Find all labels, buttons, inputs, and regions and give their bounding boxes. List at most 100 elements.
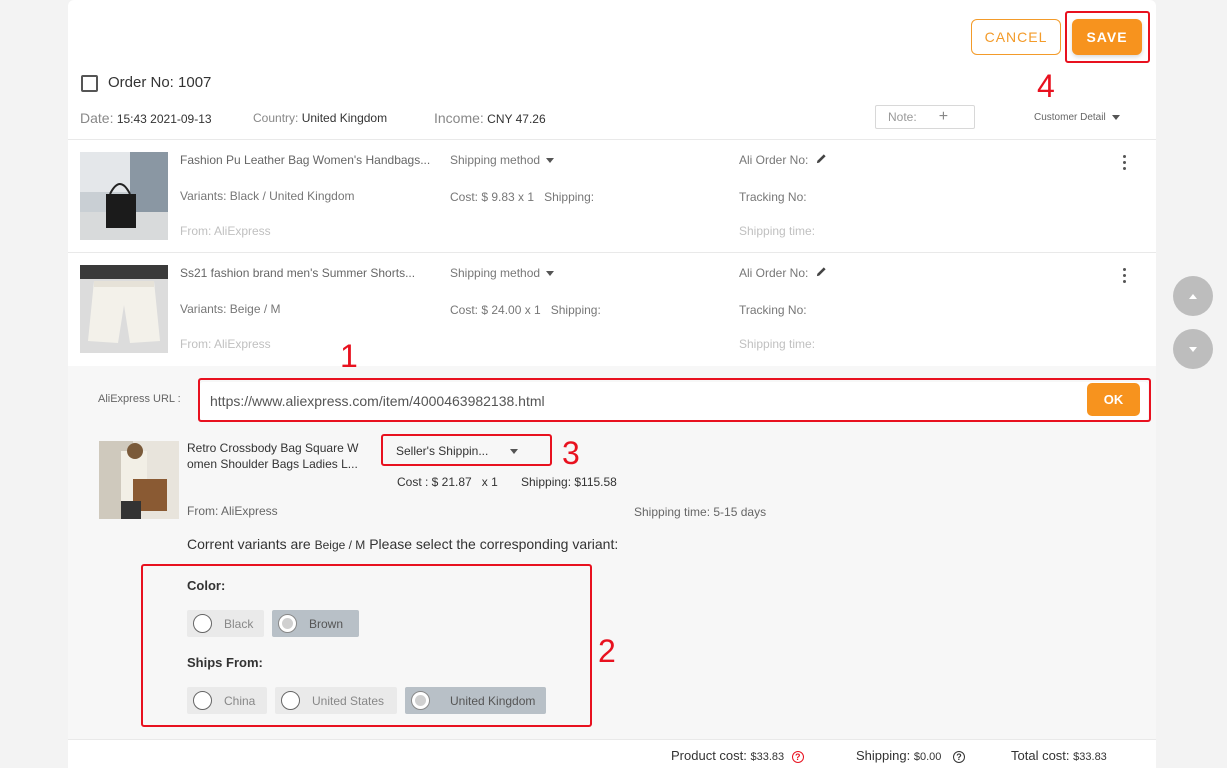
help-icon[interactable]: ?: [953, 750, 965, 763]
scroll-down-button[interactable]: [1173, 329, 1213, 369]
ships-option-label: United Kingdom: [450, 693, 536, 708]
ships-option-united-kingdom[interactable]: United Kingdom: [405, 687, 546, 714]
shipping-method-label: Shipping method: [450, 153, 541, 167]
customer-detail-toggle[interactable]: Customer Detail: [1034, 112, 1120, 123]
color-option-label: Brown: [309, 616, 344, 631]
order-card: CANCEL SAVE 4 Order No: 1007 Date: 15:43…: [68, 0, 1156, 768]
current-variant-suffix: Please select the corresponding variant:: [369, 536, 619, 552]
aliexpress-url-input[interactable]: https://www.aliexpress.com/item/40004639…: [200, 382, 1148, 420]
country-label: Country:: [253, 111, 299, 125]
ali-order-field[interactable]: Ali Order No:: [739, 153, 827, 167]
totals-bar: [68, 740, 1156, 768]
annotation-number-3: 3: [562, 435, 580, 471]
scroll-up-button[interactable]: [1173, 276, 1213, 316]
mapped-title-line-1: Retro Crossbody Bag Square W: [187, 441, 359, 455]
current-variant-value: Beige / M: [314, 538, 366, 552]
cancel-button[interactable]: CANCEL: [971, 19, 1061, 55]
product-cost-value: $33.83: [750, 751, 785, 763]
ok-button[interactable]: OK: [1087, 383, 1140, 416]
item-title[interactable]: Fashion Pu Leather Bag Women's Handbags.…: [180, 153, 430, 167]
current-variant-prefix: Corrent variants are: [187, 536, 311, 552]
annotation-number-2: 2: [598, 633, 616, 669]
more-options-icon[interactable]: [1123, 155, 1127, 173]
item-shipping-label: Shipping:: [550, 303, 601, 317]
radio-icon: [281, 691, 300, 710]
product-cost-label: Product cost:: [671, 748, 747, 763]
item-cost: Cost: $ 24.00 x 1 Shipping:: [450, 303, 601, 317]
radio-selected-icon: [278, 614, 297, 633]
item-source: From: AliExpress: [180, 337, 271, 351]
order-income: Income: CNY 47.26: [434, 110, 546, 126]
divider: [68, 252, 1156, 253]
shipping-total: Shipping: $0.00 ?: [856, 748, 965, 763]
mapped-qty: x 1: [481, 475, 498, 489]
note-label: Note:: [888, 110, 917, 124]
item-variants: Variants: Black / United Kingdom: [180, 189, 355, 203]
annotation-number-4: 4: [1037, 68, 1055, 104]
product-image-crossbody-bag: [99, 441, 179, 519]
color-option-brown[interactable]: Brown: [272, 610, 359, 637]
shipping-total-value: $0.00: [913, 751, 942, 763]
ships-option-label: China: [224, 693, 256, 708]
ships-option-united-states[interactable]: United States: [275, 687, 397, 714]
mapped-product-title[interactable]: Retro Crossbody Bag Square W omen Should…: [187, 440, 358, 472]
shipping-time: Shipping time:: [739, 337, 816, 351]
income-value: CNY 47.26: [487, 112, 546, 126]
customer-detail-label: Customer Detail: [1034, 112, 1106, 123]
url-label: AliExpress URL :: [98, 393, 181, 405]
color-label: Color:: [187, 578, 226, 593]
tracking-number: Tracking No:: [739, 190, 807, 204]
order-checkbox[interactable]: [81, 75, 98, 92]
total-cost-label: Total cost:: [1011, 748, 1070, 763]
product-cost: Product cost: $33.83 ?: [671, 748, 804, 763]
help-icon[interactable]: ?: [791, 750, 804, 763]
mapped-shipping-time: Shipping time: 5-15 days: [634, 505, 767, 519]
save-button[interactable]: SAVE: [1072, 19, 1142, 55]
color-option-black[interactable]: Black: [187, 610, 264, 637]
divider: [68, 139, 1156, 140]
shipping-method-select[interactable]: Shipping method: [450, 266, 555, 280]
item-title[interactable]: Ss21 fashion brand men's Summer Shorts..…: [180, 266, 415, 280]
mapped-source: From: AliExpress: [187, 504, 278, 518]
radio-icon: [193, 614, 212, 633]
annotation-number-1: 1: [340, 338, 358, 374]
order-country: Country: United Kingdom: [253, 111, 387, 125]
caret-down-icon: [546, 271, 555, 277]
color-option-label: Black: [224, 616, 254, 631]
date-label: Date:: [80, 110, 114, 126]
caret-down-icon: [510, 448, 519, 454]
item-cost-value: Cost: $ 24.00 x 1: [450, 303, 541, 317]
item-shipping-label: Shipping:: [544, 190, 595, 204]
chevron-up-icon: [1189, 293, 1197, 299]
product-image-bag: [80, 152, 168, 240]
edit-pencil-icon[interactable]: [816, 153, 827, 164]
shipping-method-select[interactable]: Shipping method: [450, 153, 555, 167]
ali-order-field[interactable]: Ali Order No:: [739, 266, 827, 280]
note-button[interactable]: Note: +: [875, 105, 975, 129]
radio-selected-icon: [411, 691, 430, 710]
mapped-shipping: Shipping: $115.58: [521, 475, 617, 489]
product-image-shorts: [80, 265, 168, 353]
order-number: Order No: 1007: [108, 74, 212, 91]
item-cost-value: Cost: $ 9.83 x 1: [450, 190, 535, 204]
more-options-icon[interactable]: [1123, 268, 1127, 286]
plus-icon: +: [938, 108, 949, 125]
ships-option-china[interactable]: China: [187, 687, 267, 714]
ali-order-label: Ali Order No:: [739, 153, 809, 167]
chevron-down-icon: [1189, 346, 1197, 352]
shipping-method-label: Shipping method: [450, 266, 541, 280]
radio-icon: [193, 691, 212, 710]
date-value: 15:43 2021-09-13: [116, 112, 212, 126]
ships-from-label: Ships From:: [187, 655, 263, 670]
ships-option-label: United States: [312, 693, 385, 708]
mapped-title-line-2: omen Shoulder Bags Ladies L...: [187, 457, 358, 471]
edit-pencil-icon[interactable]: [816, 266, 827, 277]
current-variant-text: Corrent variants are Beige / M Please se…: [187, 536, 618, 552]
tracking-number: Tracking No:: [739, 303, 807, 317]
seller-shipping-select[interactable]: Seller's Shippin...: [384, 437, 550, 465]
income-label: Income:: [434, 110, 484, 126]
seller-shipping-value: Seller's Shippin...: [396, 444, 489, 458]
item-source: From: AliExpress: [180, 224, 271, 238]
mapped-cost-value: Cost : $ 21.87: [397, 475, 472, 489]
country-value: United Kingdom: [301, 111, 388, 125]
